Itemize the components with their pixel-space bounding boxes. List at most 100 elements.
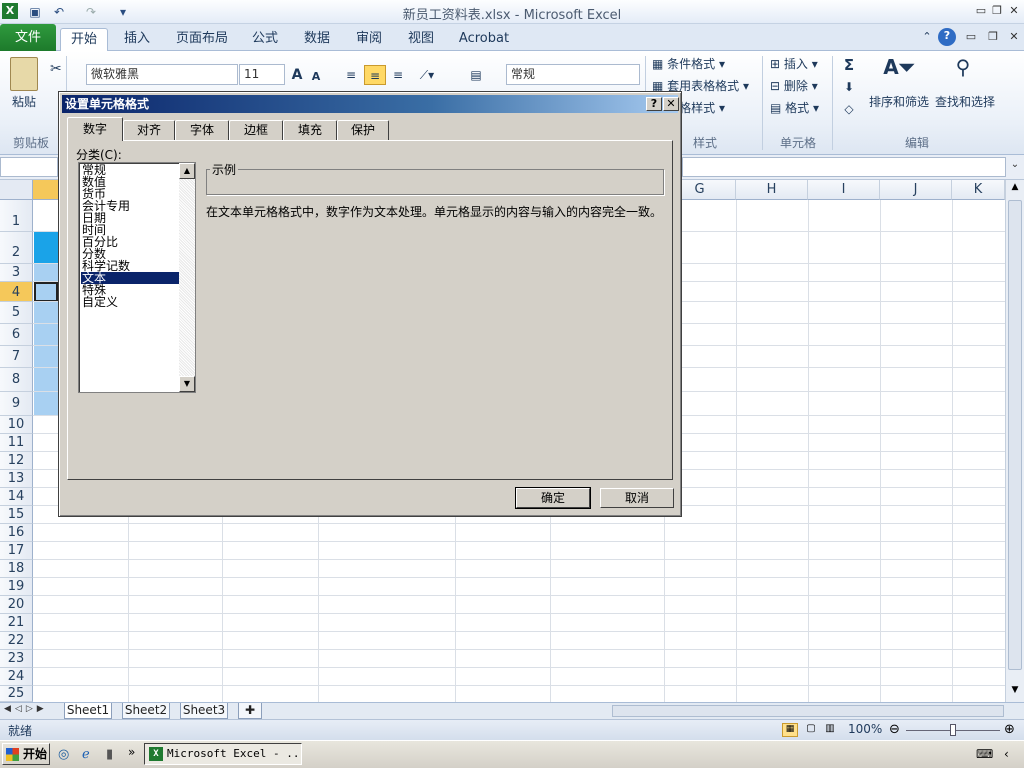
fill-icon[interactable]: ⬇ xyxy=(838,77,860,97)
name-box[interactable] xyxy=(0,157,58,177)
col-header-k[interactable]: K xyxy=(952,180,1005,200)
zoom-slider-thumb[interactable] xyxy=(950,724,956,736)
restore-icon[interactable]: ❐ xyxy=(988,3,1006,19)
cell-a2-fill[interactable] xyxy=(34,232,58,264)
formula-input[interactable] xyxy=(682,157,1006,177)
grow-font-icon[interactable]: A xyxy=(289,65,305,85)
dialog-title-bar[interactable]: 设置单元格格式 ? ✕ xyxy=(62,95,679,113)
paste-icon[interactable] xyxy=(10,57,38,91)
row-header[interactable]: 8 xyxy=(0,368,33,392)
row-header[interactable]: 19 xyxy=(0,578,33,596)
vertical-scrollbar[interactable]: ▲ ▼ xyxy=(1005,180,1024,702)
category-scroll-up-icon[interactable]: ▲ xyxy=(179,163,195,179)
list-item[interactable]: 自定义 xyxy=(81,296,181,308)
row-header[interactable]: 17 xyxy=(0,542,33,560)
tab-protection[interactable]: 保护 xyxy=(337,120,389,140)
align-bottom-icon[interactable]: ≡ xyxy=(389,65,407,85)
wrap-text-icon[interactable]: ▤ xyxy=(466,65,486,85)
close-icon[interactable]: ✕ xyxy=(1005,3,1023,19)
row-header[interactable]: 11 xyxy=(0,434,33,452)
page-layout-view-icon[interactable]: ▢ xyxy=(803,723,819,737)
tab-border[interactable]: 边框 xyxy=(229,120,283,140)
conditional-format-button[interactable]: ▦ 条件格式 ▾ xyxy=(652,55,725,72)
ie-icon[interactable]: ℯ xyxy=(82,747,90,762)
collapse-ribbon-icon[interactable]: ⌃ xyxy=(918,29,936,45)
col-header-a[interactable] xyxy=(33,180,61,200)
tab-formulas[interactable]: 公式 xyxy=(245,28,285,51)
find-select-button[interactable]: 查找和选择 xyxy=(935,93,995,110)
tab-alignment[interactable]: 对齐 xyxy=(123,120,175,140)
sheet-tab-sheet3[interactable]: Sheet3 xyxy=(180,703,228,719)
excel-task-button[interactable]: X Microsoft Excel - ... xyxy=(144,743,302,765)
dialog-close-button[interactable]: ✕ xyxy=(663,97,679,111)
row-header[interactable]: 13 xyxy=(0,470,33,488)
find-select-icon[interactable]: ⚲ xyxy=(948,57,978,87)
number-format-box[interactable]: 常规 xyxy=(506,64,640,85)
tab-font[interactable]: 字体 xyxy=(175,120,229,140)
align-top-icon[interactable]: ≡ xyxy=(342,65,360,85)
insert-cells-button[interactable]: ⊞ 插入 ▾ xyxy=(770,55,818,72)
row-header[interactable]: 10 xyxy=(0,416,33,434)
tab-review[interactable]: 审阅 xyxy=(349,28,389,51)
tab-page-layout[interactable]: 页面布局 xyxy=(170,28,234,51)
row-header[interactable]: 18 xyxy=(0,560,33,578)
sort-filter-icon[interactable]: A⏷ xyxy=(882,57,916,87)
more-icon[interactable]: » xyxy=(128,745,135,759)
category-scroll-down-icon[interactable]: ▼ xyxy=(179,376,195,392)
paste-label[interactable]: 粘贴 xyxy=(12,93,36,110)
col-header-h[interactable]: H xyxy=(736,180,808,200)
row-header[interactable]: 5 xyxy=(0,302,33,324)
shrink-font-icon[interactable]: A xyxy=(309,67,323,87)
row-header[interactable]: 1 xyxy=(0,200,33,232)
ok-button[interactable]: 确定 xyxy=(515,487,591,509)
clear-icon[interactable]: ◇ xyxy=(838,99,860,119)
sheet-nav-icon[interactable]: ◀◁▷▶ xyxy=(4,704,48,714)
font-size-box[interactable]: 11 xyxy=(239,64,285,85)
delete-cells-button[interactable]: ⊟ 删除 ▾ xyxy=(770,77,818,94)
doc-restore-icon[interactable]: ❐ xyxy=(984,29,1002,45)
scroll-down-icon[interactable]: ▼ xyxy=(1008,685,1022,699)
row-header[interactable]: 25 xyxy=(0,686,33,702)
row-header[interactable]: 3 xyxy=(0,264,33,282)
row-header[interactable]: 2 xyxy=(0,232,33,264)
category-list[interactable]: 常规 数值 货币 会计专用 日期 时间 百分比 分数 科学记数 文本 特殊 自定… xyxy=(78,162,196,393)
row-header[interactable]: 6 xyxy=(0,324,33,346)
sheet-tab-sheet2[interactable]: Sheet2 xyxy=(122,703,170,719)
start-button[interactable]: 开始 xyxy=(2,743,50,765)
tab-home[interactable]: 开始 xyxy=(60,28,108,51)
active-cell-a4[interactable] xyxy=(34,282,58,302)
scroll-thumb[interactable] xyxy=(1008,200,1022,670)
keyboard-tray-icon[interactable]: ⌨ xyxy=(976,747,993,761)
quicklaunch-icon-1[interactable]: ◎ xyxy=(58,747,69,762)
row-header[interactable]: 20 xyxy=(0,596,33,614)
font-name-box[interactable]: 微软雅黑 xyxy=(86,64,238,85)
col-header-j[interactable]: J xyxy=(880,180,952,200)
page-break-view-icon[interactable]: ▥ xyxy=(822,723,838,737)
row-header[interactable]: 14 xyxy=(0,488,33,506)
row-header[interactable]: 22 xyxy=(0,632,33,650)
row-header[interactable]: 9 xyxy=(0,392,33,416)
tab-insert[interactable]: 插入 xyxy=(115,28,159,51)
cancel-button[interactable]: 取消 xyxy=(600,488,674,508)
help-button[interactable]: ? xyxy=(646,97,662,111)
row-header[interactable]: 4 xyxy=(0,282,33,302)
category-scrollbar[interactable]: ▲ ▼ xyxy=(179,163,195,392)
zoom-level[interactable]: 100% xyxy=(848,722,882,736)
quicklaunch-icon-3[interactable]: ▮ xyxy=(106,747,113,762)
normal-view-icon[interactable]: ▦ xyxy=(782,723,798,737)
scroll-up-icon[interactable]: ▲ xyxy=(1008,182,1022,196)
zoom-in-icon[interactable]: ⊕ xyxy=(1004,722,1015,737)
format-cells-button[interactable]: ▤ 格式 ▾ xyxy=(770,99,819,116)
tab-data[interactable]: 数据 xyxy=(297,28,337,51)
insert-sheet-icon[interactable]: ✚ xyxy=(238,703,262,719)
autosum-icon[interactable]: Σ xyxy=(838,55,860,75)
sort-filter-button[interactable]: 排序和筛选 xyxy=(869,93,929,110)
row-header[interactable]: 7 xyxy=(0,346,33,368)
tab-file[interactable]: 文件 xyxy=(0,24,56,51)
horizontal-scrollbar[interactable] xyxy=(612,705,1004,717)
row-header[interactable]: 21 xyxy=(0,614,33,632)
select-all-corner[interactable] xyxy=(0,180,33,200)
orientation-icon[interactable]: ⟋▾ xyxy=(414,65,440,85)
sheet-tab-sheet1[interactable]: Sheet1 xyxy=(64,703,112,719)
row-header[interactable]: 12 xyxy=(0,452,33,470)
